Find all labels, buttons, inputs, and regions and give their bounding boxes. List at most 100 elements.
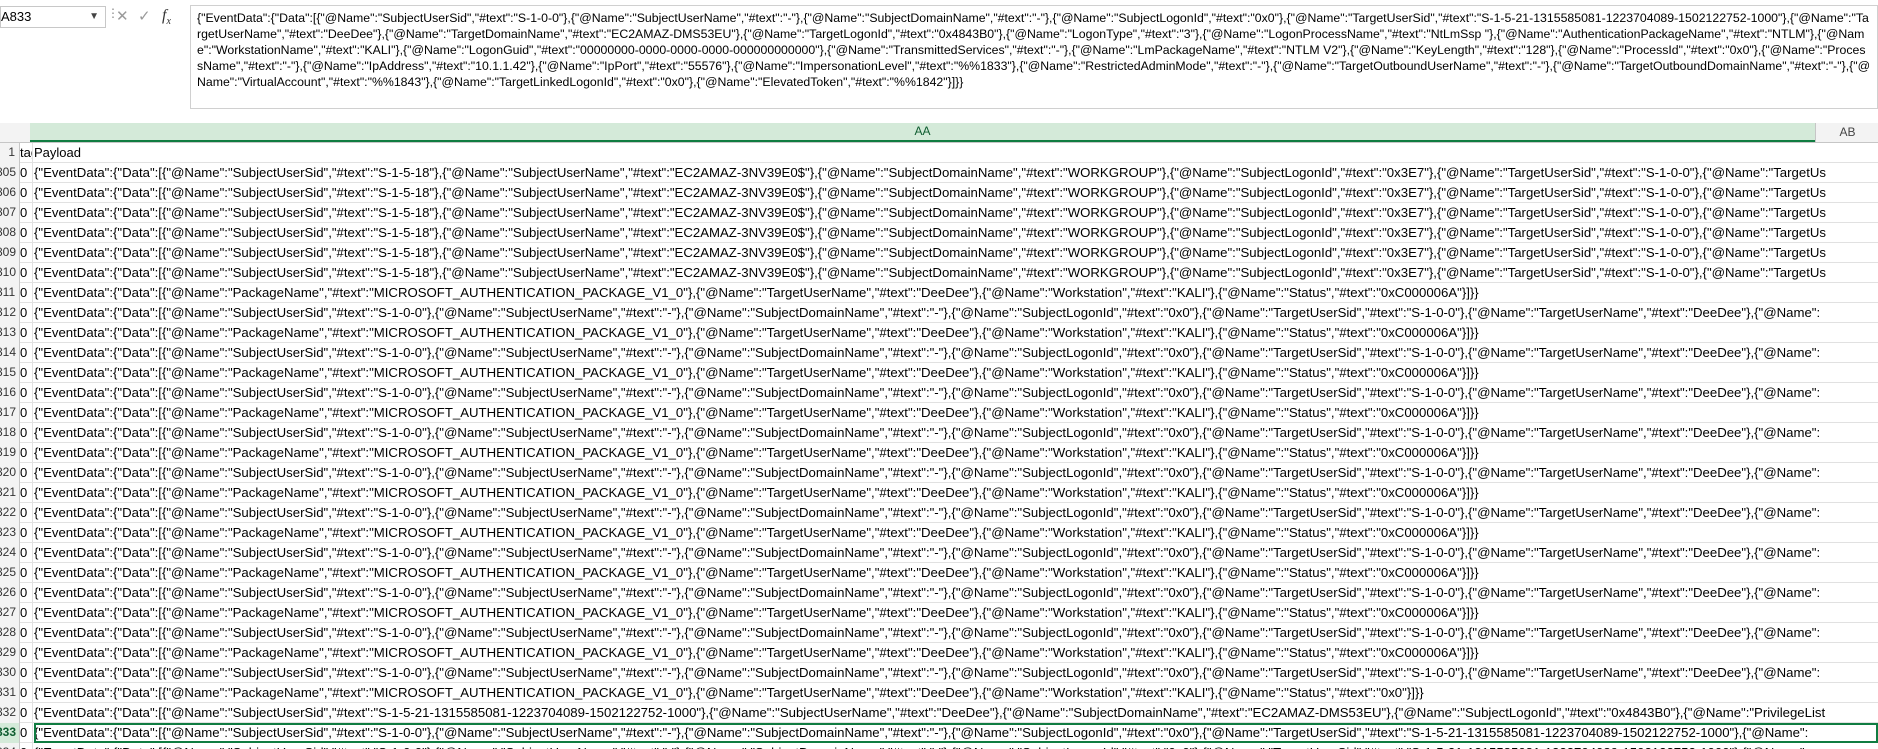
cell-payload[interactable]: {"EventData":{"Data":[{"@Name":"SubjectU…: [34, 223, 1878, 243]
select-all-corner[interactable]: [0, 123, 29, 142]
cell-payload[interactable]: {"EventData":{"Data":[{"@Name":"PackageN…: [34, 403, 1878, 423]
row-number[interactable]: 826: [0, 583, 20, 603]
cell-tag[interactable]: 0: [20, 243, 33, 263]
cell-payload[interactable]: {"EventData":{"Data":[{"@Name":"SubjectU…: [34, 243, 1878, 263]
cell-payload[interactable]: {"EventData":{"Data":[{"@Name":"SubjectU…: [34, 623, 1878, 643]
cell-tag[interactable]: 0: [20, 503, 33, 523]
enter-check-icon[interactable]: ✓: [138, 7, 151, 25]
cell-payload[interactable]: {"EventData":{"Data":[{"@Name":"PackageN…: [34, 643, 1878, 663]
cell-tag[interactable]: 0: [20, 523, 33, 543]
row-number[interactable]: 831: [0, 683, 20, 703]
cell-tag[interactable]: 0: [20, 343, 33, 363]
chevron-down-icon[interactable]: ▼: [89, 7, 99, 27]
row-number[interactable]: 808: [0, 223, 20, 243]
row-number[interactable]: 823: [0, 523, 20, 543]
name-box[interactable]: A833 ▼: [0, 6, 106, 28]
cell-payload[interactable]: {"EventData":{"Data":[{"@Name":"PackageN…: [34, 603, 1878, 623]
cell-tag[interactable]: 0: [20, 743, 33, 749]
cell-tag[interactable]: 0: [20, 223, 33, 243]
cell-tag[interactable]: 0: [20, 703, 33, 723]
row-number[interactable]: 830: [0, 663, 20, 683]
row-number[interactable]: 1: [0, 143, 20, 163]
cell-payload[interactable]: {"EventData":{"Data":[{"@Name":"SubjectU…: [34, 163, 1878, 183]
cell-payload[interactable]: {"EventData":{"Data":[{"@Name":"PackageN…: [34, 283, 1878, 303]
row-number[interactable]: 815: [0, 363, 20, 383]
cell-tag[interactable]: 0: [20, 383, 33, 403]
cell-tag[interactable]: 0: [20, 283, 33, 303]
row-number[interactable]: 825: [0, 563, 20, 583]
cell-tag[interactable]: 0: [20, 443, 33, 463]
row-number[interactable]: 805: [0, 163, 20, 183]
cell-payload[interactable]: {"EventData":{"Data":[{"@Name":"PackageN…: [34, 683, 1878, 703]
cell-payload[interactable]: {"EventData":{"Data":[{"@Name":"SubjectU…: [34, 463, 1878, 483]
cell-payload[interactable]: {"EventData":{"Data":[{"@Name":"PackageN…: [34, 443, 1878, 463]
cell-payload[interactable]: {"EventData":{"Data":[{"@Name":"SubjectU…: [34, 423, 1878, 443]
cell-tag[interactable]: 0: [20, 163, 33, 183]
cell-tag[interactable]: 0: [20, 723, 33, 743]
row-number[interactable]: 827: [0, 603, 20, 623]
cell-payload[interactable]: {"EventData":{"Data":[{"@Name":"SubjectU…: [34, 583, 1878, 603]
cell-tag[interactable]: 0: [20, 683, 33, 703]
cell-payload[interactable]: {"EventData":{"Data":[{"@Name":"SubjectU…: [34, 663, 1878, 683]
cell-payload[interactable]: {"EventData":{"Data":[{"@Name":"SubjectU…: [34, 303, 1878, 323]
cell-payload[interactable]: {"EventData":{"Data":[{"@Name":"SubjectU…: [34, 183, 1878, 203]
cell-tag[interactable]: 0: [20, 463, 33, 483]
cell-tag[interactable]: 0: [20, 483, 33, 503]
cell-tag[interactable]: 0: [20, 583, 33, 603]
cell-payload[interactable]: {"EventData":{"Data":[{"@Name":"PackageN…: [34, 363, 1878, 383]
cell-payload[interactable]: Payload: [34, 143, 1878, 163]
cell-tag[interactable]: 0: [20, 183, 33, 203]
row-number[interactable]: 822: [0, 503, 20, 523]
row-number[interactable]: 834: [0, 743, 20, 749]
cell-payload[interactable]: {"EventData":{"Data":[{"@Name":"PackageN…: [34, 483, 1878, 503]
row-number[interactable]: 832: [0, 703, 20, 723]
cancel-icon[interactable]: ✕: [116, 7, 129, 25]
cell-tag[interactable]: 0: [20, 663, 33, 683]
cell-tag[interactable]: 0: [20, 323, 33, 343]
cell-tag[interactable]: 0: [20, 543, 33, 563]
cell-tag[interactable]: 0: [20, 203, 33, 223]
cell-tag[interactable]: 0: [20, 643, 33, 663]
cell-payload[interactable]: {"EventData":{"Data":[{"@Name":"SubjectU…: [34, 723, 1878, 743]
row-number[interactable]: 811: [0, 283, 20, 303]
row-number[interactable]: 816: [0, 383, 20, 403]
cell-tag[interactable]: 0: [20, 623, 33, 643]
cell-tag[interactable]: 0: [20, 363, 33, 383]
insert-function-icon[interactable]: fx: [162, 7, 171, 27]
row-number[interactable]: 814: [0, 343, 20, 363]
cell-payload[interactable]: {"EventData":{"Data":[{"@Name":"SubjectU…: [34, 703, 1878, 723]
cell-payload[interactable]: {"EventData":{"Data":[{"@Name":"SubjectU…: [34, 383, 1878, 403]
row-number[interactable]: 809: [0, 243, 20, 263]
row-number[interactable]: 833: [0, 723, 20, 743]
cell-tag[interactable]: tag: [20, 143, 33, 163]
cell-tag[interactable]: 0: [20, 423, 33, 443]
row-number[interactable]: 813: [0, 323, 20, 343]
row-number[interactable]: 820: [0, 463, 20, 483]
column-header-ab[interactable]: AB: [1815, 123, 1878, 142]
cell-payload[interactable]: {"EventData":{"Data":[{"@Name":"PackageN…: [34, 323, 1878, 343]
cell-payload[interactable]: {"EventData":{"Data":[{"@Name":"SubjectU…: [34, 503, 1878, 523]
cell-payload[interactable]: {"EventData":{"Data":[{"@Name":"SubjectU…: [34, 263, 1878, 283]
cell-payload[interactable]: {"EventData":{"Data":[{"@Name":"SubjectU…: [34, 343, 1878, 363]
cell-tag[interactable]: 0: [20, 563, 33, 583]
row-number[interactable]: 810: [0, 263, 20, 283]
row-number[interactable]: 806: [0, 183, 20, 203]
row-number[interactable]: 824: [0, 543, 20, 563]
cell-payload[interactable]: {"EventData":{"Data":[{"@Name":"SubjectU…: [34, 743, 1878, 749]
cell-tag[interactable]: 0: [20, 603, 33, 623]
cell-tag[interactable]: 0: [20, 263, 33, 283]
cell-payload[interactable]: {"EventData":{"Data":[{"@Name":"SubjectU…: [34, 543, 1878, 563]
cell-payload[interactable]: {"EventData":{"Data":[{"@Name":"PackageN…: [34, 523, 1878, 543]
column-header-aa[interactable]: AA: [30, 123, 1815, 142]
row-number[interactable]: 817: [0, 403, 20, 423]
cell-tag[interactable]: 0: [20, 303, 33, 323]
row-number[interactable]: 821: [0, 483, 20, 503]
row-number[interactable]: 829: [0, 643, 20, 663]
cell-tag[interactable]: 0: [20, 403, 33, 423]
cell-payload[interactable]: {"EventData":{"Data":[{"@Name":"SubjectU…: [34, 203, 1878, 223]
row-number[interactable]: 818: [0, 423, 20, 443]
formula-bar-input[interactable]: {"EventData":{"Data":[{"@Name":"SubjectU…: [190, 5, 1878, 109]
cell-payload[interactable]: {"EventData":{"Data":[{"@Name":"PackageN…: [34, 563, 1878, 583]
row-number[interactable]: 812: [0, 303, 20, 323]
row-number[interactable]: 807: [0, 203, 20, 223]
